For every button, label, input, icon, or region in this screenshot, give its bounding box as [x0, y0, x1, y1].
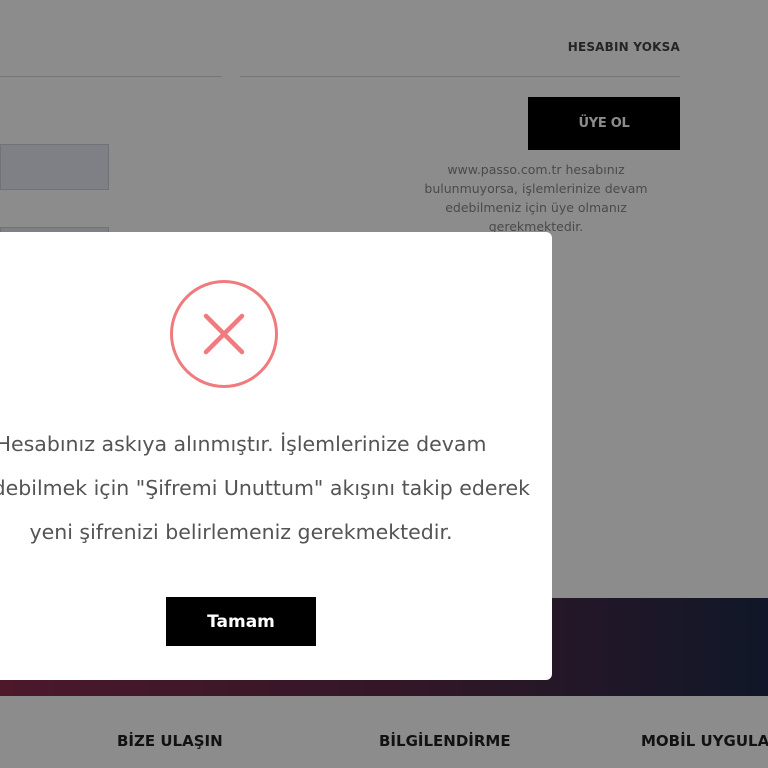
- dialog-message-line: edebilmek için "Şifremi Unuttum" akışını…: [0, 476, 530, 500]
- dialog-message-line: Hesabınız askıya alınmıştır. İşlemlerini…: [0, 432, 487, 456]
- dialog-message-line: yeni şifrenizi belirlemeniz gerekmektedi…: [29, 520, 453, 544]
- ok-button[interactable]: Tamam: [166, 597, 316, 646]
- error-dialog: Hesabınız askıya alınmıştır. İşlemlerini…: [0, 232, 552, 680]
- dialog-message: Hesabınız askıya alınmıştır. İşlemlerini…: [0, 422, 530, 554]
- close-x-icon: [170, 280, 278, 388]
